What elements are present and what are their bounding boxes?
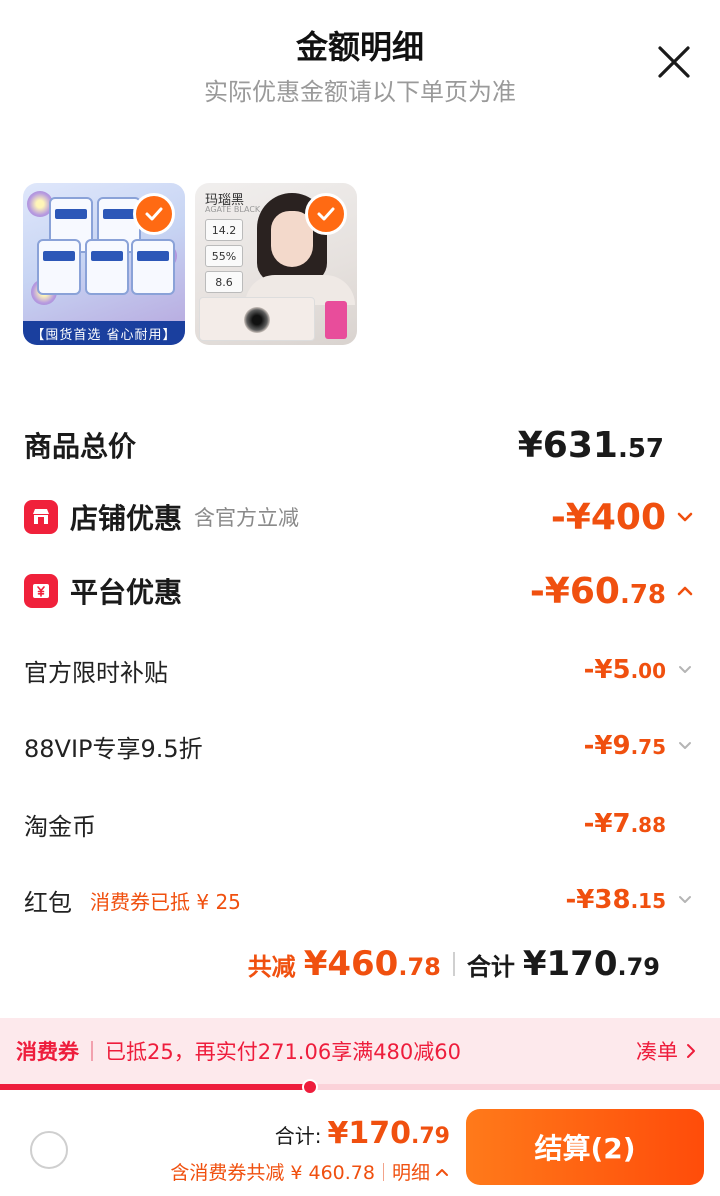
- reduce-label: 共减: [247, 953, 296, 981]
- store-icon: [24, 500, 58, 534]
- chevron-down-icon: [674, 659, 696, 681]
- close-icon: [658, 46, 690, 78]
- product-spec: 55%: [205, 245, 243, 267]
- chevron-down-icon: [674, 506, 696, 528]
- chevron-up-icon: [436, 1168, 448, 1176]
- coupon-progress-fill: [0, 1084, 310, 1090]
- discount-item-label: 红包: [24, 888, 72, 917]
- chevron-down-icon: [674, 889, 696, 911]
- coupon-divider: [91, 1041, 93, 1061]
- summary: 共减 ¥460.78 合计 ¥170.79: [248, 944, 660, 984]
- footer-total: 合计: ¥170.79: [275, 1116, 450, 1151]
- lens-closeup: [199, 297, 315, 341]
- page-subtitle: 实际优惠金额请以下单页为准: [204, 78, 516, 106]
- yen-coupon-icon: [24, 574, 58, 608]
- reduce-value: ¥460.78: [303, 944, 441, 984]
- footer-total-value: ¥170.79: [327, 1116, 450, 1151]
- product-banner: 【囤货首选 省心耐用】: [23, 321, 185, 345]
- discount-item-price: -¥7.88: [583, 809, 666, 839]
- product-brand-sub: AGATE BLACK: [205, 205, 261, 214]
- product-thumbnail[interactable]: 玛瑙黑 AGATE BLACK 14.2 55% 8.6: [195, 183, 357, 345]
- platform-discount-label: 平台优惠: [70, 576, 183, 609]
- discount-item-label: 淘金币: [24, 812, 96, 841]
- discount-item-price: -¥9.75: [583, 731, 666, 761]
- platform-discount-row[interactable]: 平台优惠 -¥60.78: [24, 566, 696, 616]
- page-title: 金额明细: [295, 28, 424, 66]
- close-button[interactable]: [656, 44, 692, 80]
- product-pack: [37, 239, 81, 295]
- discount-item-row[interactable]: 红包 消费券已抵 ¥ 25 -¥38.15: [24, 878, 696, 922]
- detail-link[interactable]: 明细: [392, 1158, 450, 1185]
- store-discount-note: 含官方立减: [194, 506, 300, 530]
- product-pack: [85, 239, 129, 295]
- footer-divider: [382, 1162, 384, 1181]
- product-thumbnails: 【囤货首选 省心耐用】 玛瑙黑 AGATE BLACK 14.2 55% 8.6: [23, 183, 357, 345]
- discount-item-price: -¥38.15: [565, 885, 666, 915]
- discount-item-row[interactable]: 88VIP专享9.5折 -¥9.75: [24, 724, 696, 768]
- coupon-bar: 消费券 已抵25，再实付271.06享满480减60 凑单: [0, 1018, 720, 1084]
- coupon-progress: [0, 1079, 720, 1095]
- footer-note: 含消费券共减 ¥ 460.78 明细: [170, 1158, 450, 1185]
- coupon-title: 消费券: [16, 1040, 79, 1064]
- platform-discount-price: -¥60.78: [529, 570, 666, 612]
- product-thumbnail[interactable]: 【囤货首选 省心耐用】: [23, 183, 185, 345]
- discount-item-label: 88VIP专享9.5折: [24, 734, 203, 763]
- coupon-applied-note: 消费券已抵 ¥ 25: [90, 889, 241, 914]
- store-discount-row[interactable]: 店铺优惠 含官方立减 -¥400: [24, 492, 696, 542]
- checkout-button[interactable]: 结算(2): [466, 1109, 704, 1185]
- footer-bar: 合计: ¥170.79 含消费券共减 ¥ 460.78 明细 结算(2): [0, 1096, 720, 1196]
- discount-item-label: 官方限时补贴: [24, 658, 168, 687]
- chevron-up-icon: [674, 580, 696, 602]
- select-all-radio[interactable]: [30, 1131, 68, 1169]
- product-spec: 14.2: [205, 219, 243, 241]
- summary-divider: [452, 952, 455, 976]
- chevron-down-icon: [674, 735, 696, 757]
- header: 金额明细 实际优惠金额请以下单页为准: [0, 0, 720, 120]
- total-label: 商品总价: [24, 430, 137, 463]
- selected-check[interactable]: [133, 193, 175, 235]
- selected-check[interactable]: [305, 193, 347, 235]
- product-spec: 8.6: [205, 271, 243, 293]
- lens-box: [325, 301, 347, 339]
- sum-total-value: ¥170.79: [522, 944, 660, 984]
- total-price: ¥631.57: [517, 424, 664, 466]
- discount-item-row[interactable]: 官方限时补贴 -¥5.00: [24, 648, 696, 692]
- footer-total-label: 合计:: [274, 1124, 322, 1148]
- check-icon: [145, 207, 163, 221]
- discount-item-price: -¥5.00: [583, 655, 666, 685]
- add-items-link[interactable]: 凑单: [636, 1036, 700, 1066]
- check-icon: [317, 207, 335, 221]
- discount-item-row: 淘金币 -¥7.88: [24, 802, 696, 846]
- store-discount-price: -¥400: [550, 496, 666, 538]
- sum-total-label: 合计: [466, 953, 515, 981]
- store-discount-label: 店铺优惠: [70, 502, 183, 535]
- coupon-progress-knob: [301, 1079, 318, 1095]
- chevron-right-icon: [687, 1044, 695, 1058]
- coupon-text: 已抵25，再实付271.06享满480减60: [105, 1040, 462, 1064]
- product-pack: [131, 239, 175, 295]
- total-row: 商品总价 ¥631.57: [24, 420, 664, 470]
